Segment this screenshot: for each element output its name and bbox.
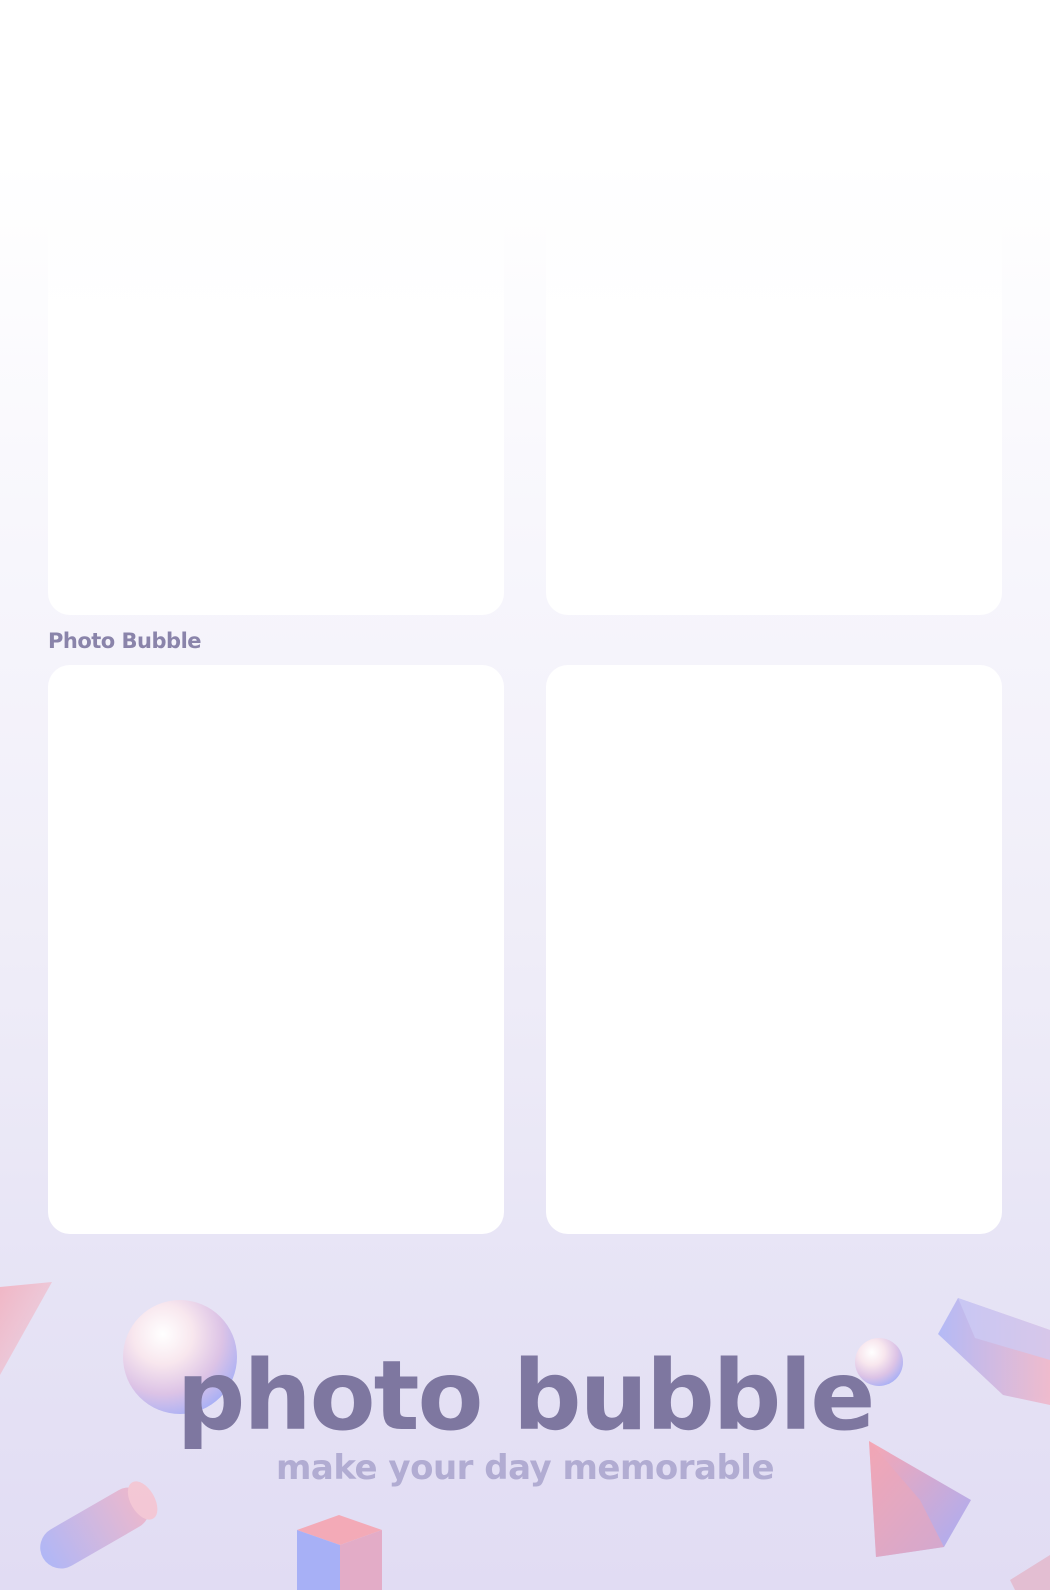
cube-shape	[297, 1515, 382, 1590]
brand-title: photo bubble	[176, 1340, 876, 1452]
bar-corner-right-shape	[1010, 1555, 1050, 1590]
cylinder-shape	[40, 1481, 158, 1569]
brand-tagline: make your day memorable	[275, 1448, 775, 1488]
